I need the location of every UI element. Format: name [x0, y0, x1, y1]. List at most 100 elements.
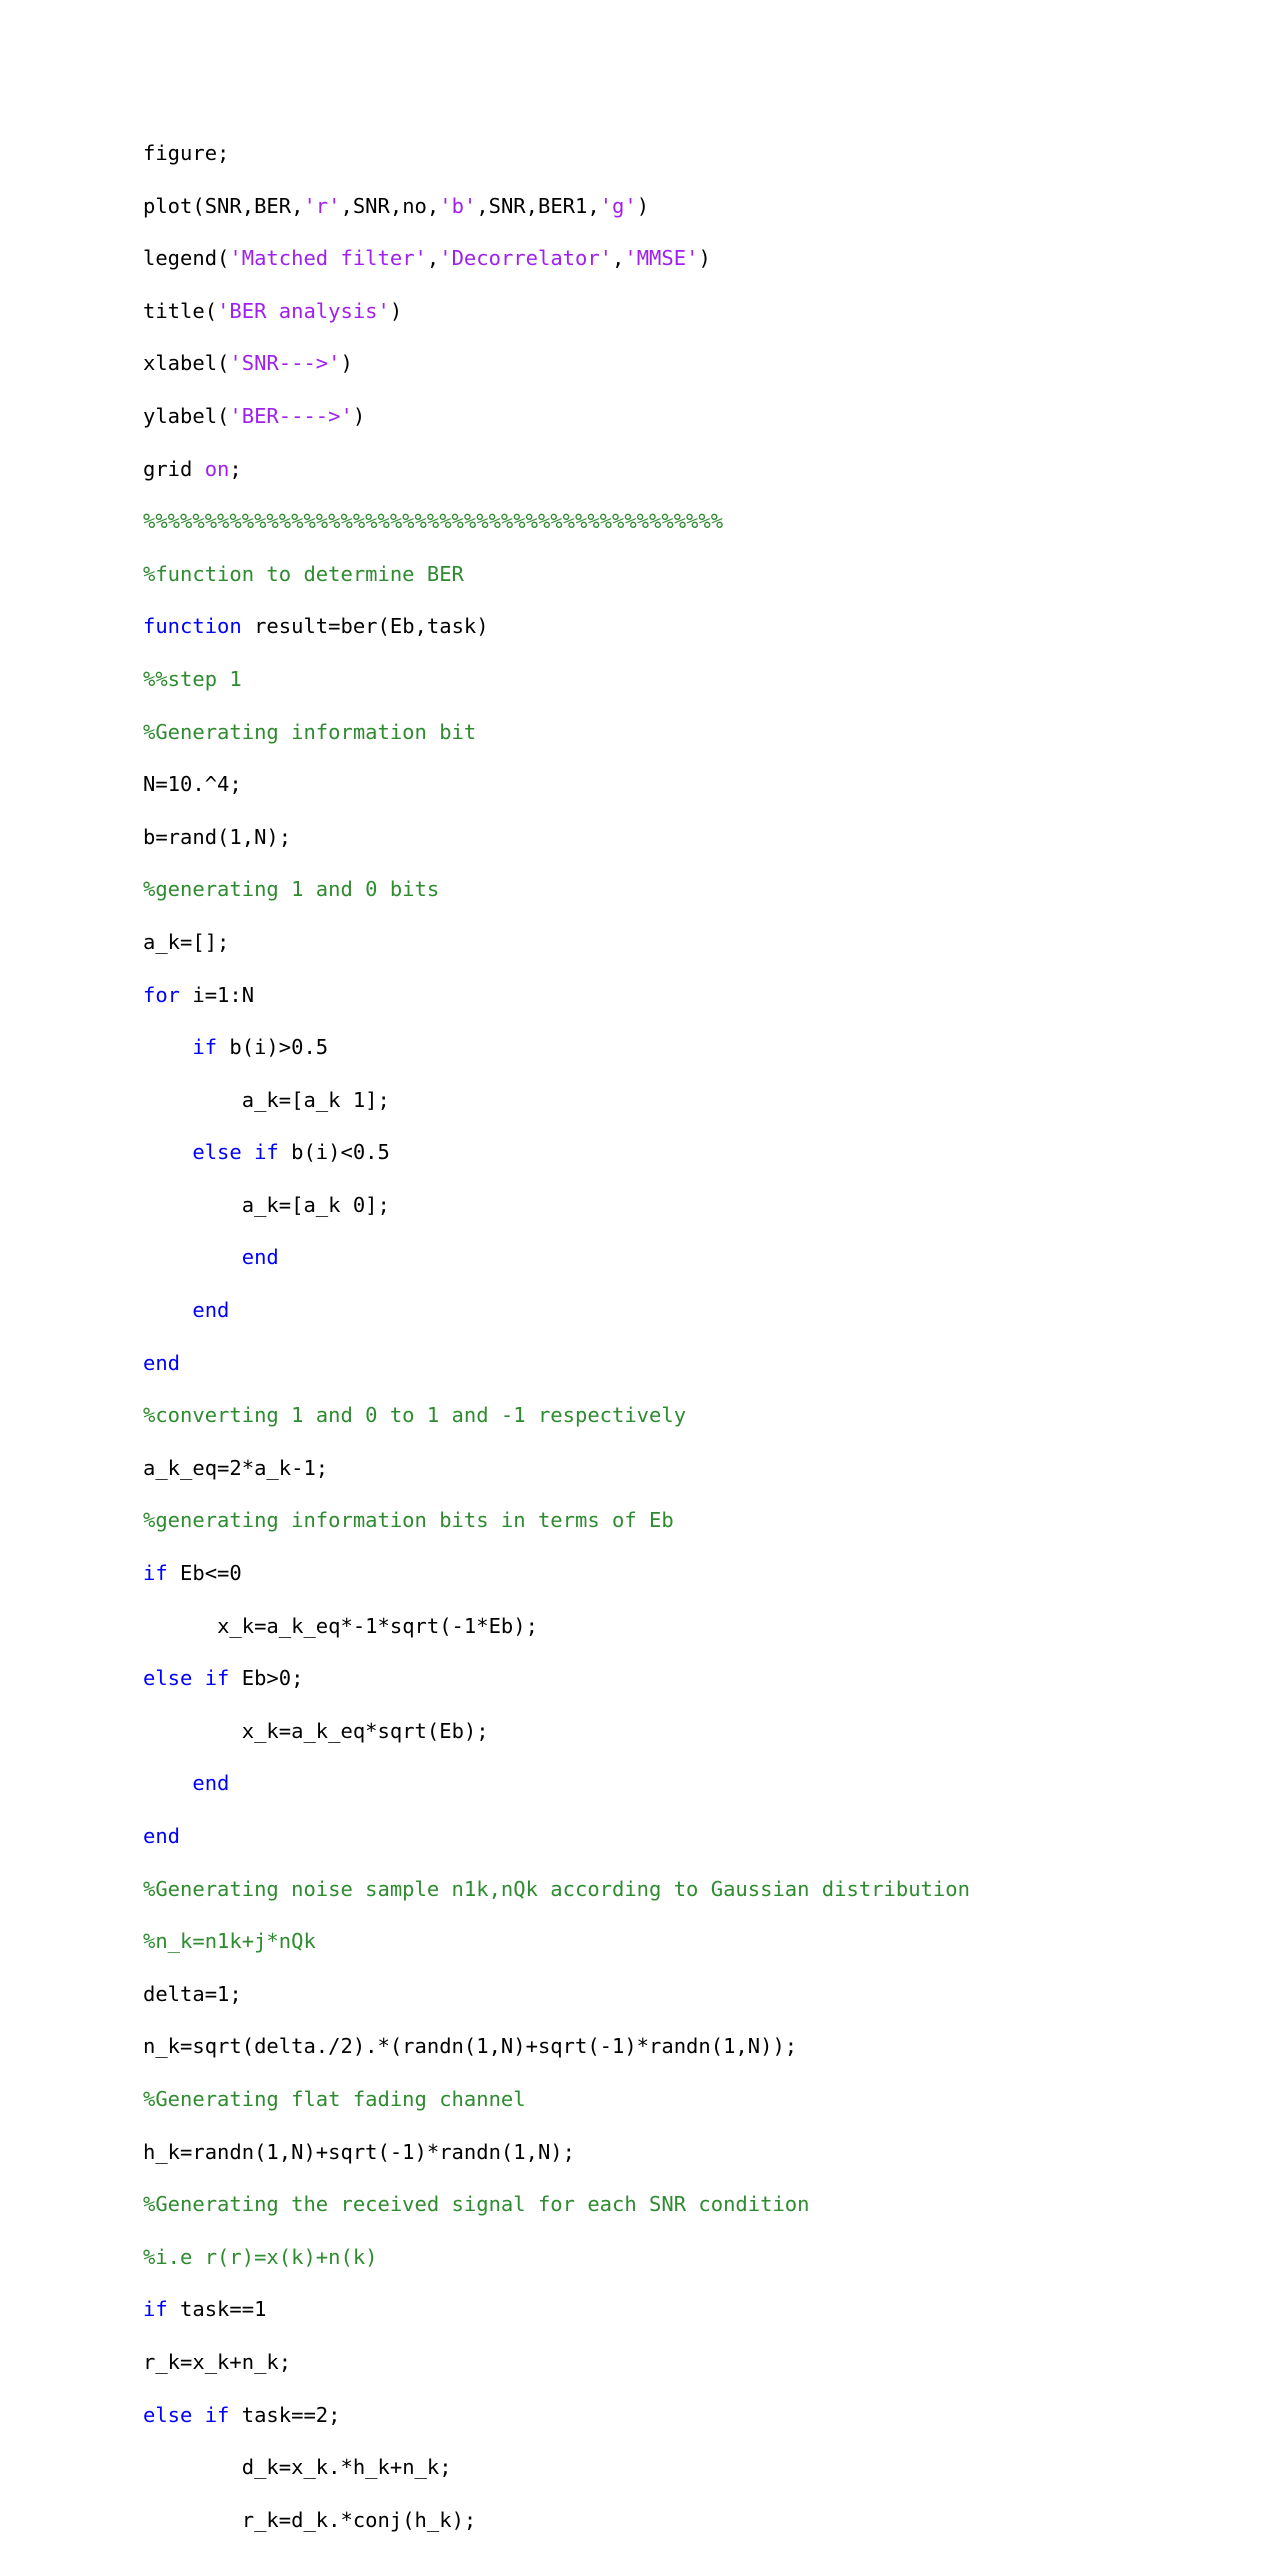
code-token-plain: , [426, 246, 440, 271]
code-token-plain: ) [636, 193, 650, 218]
code-token-plain: a_k_eq=2*a_k-1; [143, 1455, 329, 1480]
code-line: title('BER analysis') [143, 298, 1143, 324]
code-line: %n_k=n1k+j*nQk [143, 1928, 1143, 1954]
code-token-plain: N=10.^4; [143, 772, 242, 797]
code-token-plain: figure; [143, 141, 230, 165]
code-line: if task==1 [143, 2296, 1143, 2322]
code-token-plain: ) [389, 298, 403, 323]
code-token-plain: ) [698, 246, 711, 271]
code-token-plain: Eb>0; [229, 1666, 304, 1691]
code-token-comment: %generating 1 and 0 bits [143, 877, 440, 902]
code-token-string: 'BER---->' [229, 403, 353, 428]
code-line: %Generating noise sample n1k,nQk accordi… [143, 1876, 1143, 1902]
code-line: legend('Matched filter','Decorrelator','… [143, 245, 1143, 271]
code-token-string: 'BER analysis' [217, 298, 390, 323]
code-token-plain: ,SNR,no, [340, 193, 440, 218]
code-token-plain: ,SNR,BER1, [476, 193, 600, 218]
code-token-comment: %Generating noise sample n1k,nQk accordi… [143, 1876, 970, 1901]
code-line: end [143, 1297, 1143, 1323]
code-token-string: 'SNR--->' [229, 351, 341, 376]
code-line: %function to determine BER [143, 561, 1143, 587]
code-token-plain: ) [340, 351, 353, 376]
code-line: %%step 1 [143, 666, 1143, 692]
code-line: %Generating information bit [143, 719, 1143, 745]
code-line: plot(SNR,BER,'r',SNR,no,'b',SNR,BER1,'g'… [143, 193, 1143, 219]
code-token-keyword: end [192, 1298, 230, 1323]
code-line: if Eb<=0 [143, 1560, 1143, 1586]
code-token-comment: %Generating flat fading channel [143, 2086, 526, 2111]
code-token-string: 'r' [303, 193, 341, 218]
code-token-keyword: else if [192, 1140, 279, 1165]
code-line: grid on; [143, 456, 1143, 482]
code-token-comment: %%%%%%%%%%%%%%%%%%%%%%%%%%%%%%%%%%%%%%%%… [143, 509, 724, 534]
code-token-plain: xlabel( [143, 351, 230, 376]
code-token-comment: %Generating the received signal for each… [143, 2192, 810, 2217]
code-line: n_k=sqrt(delta./2).*(randn(1,N)+sqrt(-1)… [143, 2033, 1143, 2059]
code-token-keyword: end [143, 1350, 181, 1375]
code-token-comment: %converting 1 and 0 to 1 and -1 respecti… [143, 1403, 687, 1428]
code-token-plain: x_k=a_k_eq*sqrt(Eb); [143, 1718, 489, 1743]
code-line: ylabel('BER---->') [143, 403, 1143, 429]
code-token-plain: title( [143, 298, 218, 323]
code-token-plain: task==2; [229, 2402, 341, 2427]
code-token-plain: ylabel( [143, 403, 230, 428]
code-token-string: 'b' [439, 193, 477, 218]
code-token-plain: a_k=[]; [143, 929, 230, 954]
code-token-plain: , [612, 246, 625, 271]
code-token-plain: ) [352, 403, 366, 428]
code-token-keyword: end [241, 1245, 279, 1270]
code-line: a_k=[a_k 1]; [143, 1087, 1143, 1113]
code-token-string: 'MMSE' [624, 246, 699, 271]
code-line: %converting 1 and 0 to 1 and -1 respecti… [143, 1402, 1143, 1428]
code-line: else if Eb>0; [143, 1665, 1143, 1691]
code-token-plain: result=ber(Eb,task) [241, 614, 489, 639]
code-token-plain: x_k=a_k_eq*-1*sqrt(-1*Eb); [143, 1613, 538, 1638]
code-token-comment: %function to determine BER [143, 561, 464, 586]
code-token-plain: a_k=[a_k 0]; [143, 1192, 390, 1217]
code-line: xlabel('SNR--->') [143, 350, 1143, 376]
code-token-keyword: if [143, 2297, 168, 2322]
code-line: delta=1; [143, 1981, 1143, 2007]
code-token-string: 'g' [599, 193, 637, 218]
code-line: figure; [143, 140, 1143, 166]
code-line: a_k_eq=2*a_k-1; [143, 1455, 1143, 1481]
code-token-plain: r_k=x_k+n_k; [143, 2349, 292, 2374]
code-line: %Generating the received signal for each… [143, 2191, 1143, 2217]
code-listing: figure; plot(SNR,BER,'r',SNR,no,'b',SNR,… [143, 140, 1143, 2559]
code-line: %Generating flat fading channel [143, 2086, 1143, 2112]
code-token-plain: r_k=d_k.*conj(h_k); [143, 2507, 477, 2532]
code-token-keyword: if [192, 1035, 218, 1060]
code-token-plain: n_k=sqrt(delta./2).*(randn(1,N)+sqrt(-1)… [143, 2034, 798, 2059]
code-token-plain: b(i)<0.5 [278, 1140, 390, 1165]
code-token-plain: b(i)>0.5 [217, 1035, 329, 1060]
code-line: r_k=d_k.*conj(h_k); [143, 2507, 1143, 2533]
code-token-plain: b=rand(1,N); [143, 824, 292, 849]
code-line: r_k=x_k+n_k; [143, 2349, 1143, 2375]
code-line: end [143, 1770, 1143, 1796]
code-line: N=10.^4; [143, 771, 1143, 797]
code-line: function result=ber(Eb,task) [143, 613, 1143, 639]
code-token-comment: %i.e r(r)=x(k)+n(k) [143, 2244, 378, 2269]
document-page: figure; plot(SNR,BER,'r',SNR,no,'b',SNR,… [0, 0, 1275, 2532]
code-line: end [143, 1823, 1143, 1849]
code-line: end [143, 1350, 1143, 1376]
code-line: %i.e r(r)=x(k)+n(k) [143, 2244, 1143, 2270]
code-token-keyword: function [143, 614, 242, 639]
code-line: %generating 1 and 0 bits [143, 876, 1143, 902]
code-token-keyword: end [192, 1771, 230, 1796]
code-line: x_k=a_k_eq*-1*sqrt(-1*Eb); [143, 1613, 1143, 1639]
code-token-keyword: if [143, 1561, 168, 1586]
code-token-keyword: else if [143, 1666, 230, 1691]
code-token-comment: %Generating information bit [143, 719, 477, 744]
code-token-keyword: else if [143, 2402, 230, 2427]
code-line: else if task==2; [143, 2402, 1143, 2428]
code-token-plain: task==1 [167, 2297, 267, 2322]
code-token-plain: d_k=x_k.*h_k+n_k; [143, 2455, 452, 2480]
code-token-comment: %%step 1 [143, 666, 242, 691]
code-token-plain: plot(SNR,BER, [143, 193, 304, 218]
code-token-keyword: end [143, 1824, 181, 1848]
